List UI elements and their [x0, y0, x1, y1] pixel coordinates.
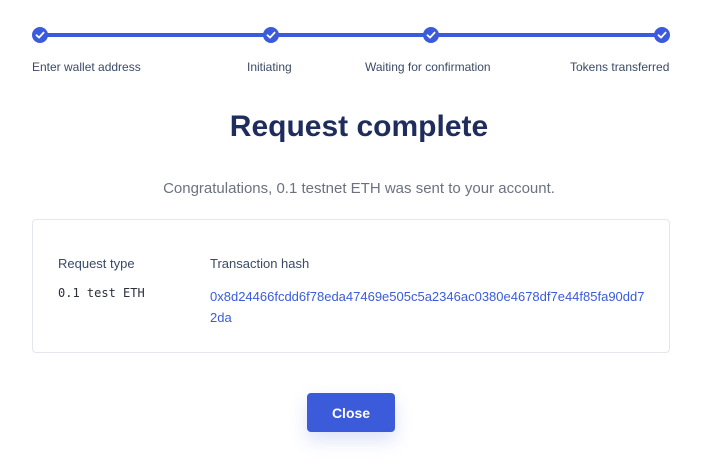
step-4-label: Tokens transferred — [570, 60, 670, 74]
step-1-check-icon — [32, 27, 48, 43]
page-title: Request complete — [229, 110, 489, 143]
step-2-check-icon — [263, 27, 279, 43]
step-3-label: Waiting for confirmation — [365, 60, 491, 74]
stepper-progress-line — [40, 33, 662, 37]
step-2-label: Initiating — [247, 60, 292, 74]
success-message: Congratulations, 0.1 testnet ETH was sen… — [163, 180, 555, 197]
step-3-check-icon — [423, 27, 439, 43]
request-type-label: Request type — [58, 256, 135, 271]
close-button[interactable]: Close — [307, 393, 395, 432]
step-1-label: Enter wallet address — [32, 60, 141, 74]
request-type-value: 0.1 test ETH — [58, 286, 145, 300]
transaction-hash-link[interactable]: 0x8d24466fcdd6f78eda47469e505c5a2346ac03… — [210, 286, 650, 328]
transaction-details-card: Request type Transaction hash 0.1 test E… — [32, 219, 670, 353]
transaction-hash-label: Transaction hash — [210, 256, 310, 271]
request-complete-page: Enter wallet address Initiating Waiting … — [0, 0, 718, 464]
step-4-check-icon — [654, 27, 670, 43]
